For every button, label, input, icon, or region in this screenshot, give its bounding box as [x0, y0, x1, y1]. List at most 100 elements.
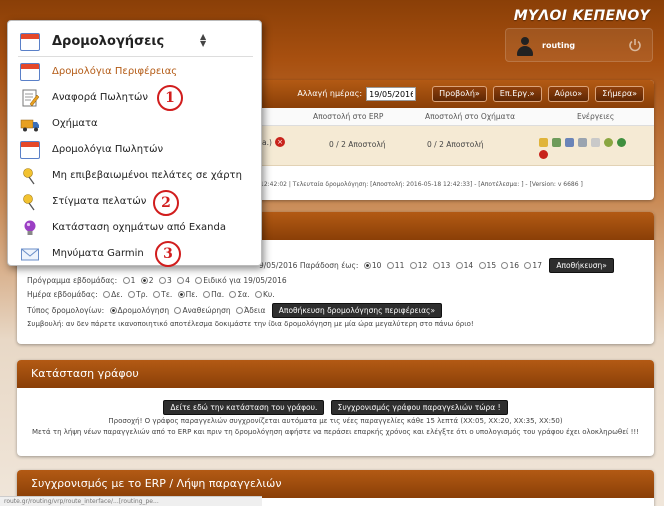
radio-week-4[interactable] — [177, 277, 185, 284]
radio-label: Ειδικό για 19/05/2016 — [203, 276, 287, 285]
radio-mon[interactable] — [103, 291, 111, 298]
view-button[interactable]: Προβολή» — [432, 86, 487, 102]
weekly-program-label: Πρόγραμμα εβδομάδας: — [27, 276, 118, 285]
menu-item-unconfirmed-customers-map[interactable]: Μη επιβεβαιωμένοι πελάτες σε χάρτη — [18, 165, 253, 187]
menu-item-regional-routes[interactable]: Δρομολόγια Περιφέρειας — [18, 61, 253, 83]
graph-status-title: Κατάσταση γράφου — [17, 360, 654, 388]
radio-special[interactable] — [195, 277, 203, 284]
user-name: routing — [542, 41, 576, 50]
radio-fri[interactable] — [203, 291, 211, 298]
date-input[interactable] — [366, 87, 417, 101]
radio-thu[interactable] — [177, 291, 185, 298]
radio-tue[interactable] — [128, 291, 136, 298]
radio-label: 2 — [148, 276, 154, 285]
menu-item-label: Μηνύματα Garmin — [52, 248, 144, 259]
radio-wed[interactable] — [153, 291, 161, 298]
radio-13[interactable] — [432, 262, 440, 269]
weekly-program-row: Πρόγραμμα εβδομάδας: 1 2 3 4 Ειδικό για … — [27, 276, 287, 285]
edit-icon[interactable] — [539, 138, 548, 147]
save-routing-button[interactable]: Αποθήκευση δρομολόγησης περιφέρειας» — [271, 303, 443, 318]
radio-14[interactable] — [455, 262, 463, 269]
document-icon[interactable] — [565, 138, 574, 147]
graph-buttons: Δείτε εδώ την κατάσταση του γράφου. Συγχ… — [17, 400, 654, 415]
next-workday-button[interactable]: Επ.Εργ.» — [492, 86, 542, 102]
menu-item-vehicles[interactable]: Οχήματα — [18, 113, 253, 135]
radio-label: 13 — [440, 261, 451, 270]
radio-label: 15 — [486, 261, 497, 270]
radio-16[interactable] — [501, 262, 509, 269]
status-bar: route.gr/routing/vrp/route_interface/...… — [0, 496, 262, 506]
menu-item-label: Δρομολόγια Περιφέρειας — [52, 66, 178, 77]
radio-week-3[interactable] — [158, 277, 166, 284]
radio-10[interactable] — [363, 262, 371, 269]
date-label: Αλλαγή ημέρας: — [297, 89, 363, 98]
page-icon[interactable] — [578, 138, 587, 147]
routing-type-row: Τύπος δρομολογίων: Δρομολόγηση Αναθεώρησ… — [27, 303, 443, 318]
delete-icon[interactable] — [539, 150, 548, 159]
image-icon[interactable] — [552, 138, 561, 147]
refresh-icon[interactable] — [604, 138, 613, 147]
radio-label: 14 — [463, 261, 474, 270]
menu-title-label: Δρομολογήσεις — [52, 34, 165, 49]
radio-17[interactable] — [524, 262, 532, 269]
row-vehicles-status: 0 / 2 Αποστολή — [427, 140, 484, 149]
brand-logo: ΜΥΛΟΙ ΚΕΠΕΝΟΥ — [513, 8, 650, 24]
report-icon — [22, 89, 40, 107]
sort-arrows-icon: ▲ ▼ — [200, 32, 207, 48]
radio-12[interactable] — [409, 262, 417, 269]
radio-label: 12 — [417, 261, 428, 270]
power-icon[interactable] — [628, 38, 642, 52]
menu-item-sales-report[interactable]: Αναφορά Πωλητών — [18, 87, 253, 109]
menu-title[interactable]: Δρομολογήσεις ▲ ▼ — [18, 29, 253, 57]
radio-label: Δρομολόγηση — [117, 306, 170, 315]
callout-3: 3 — [155, 241, 181, 267]
graph-note-2: Μετά τη λήψη νέων παραγγελιών από το ERP… — [31, 428, 640, 436]
menu-item-label: Μη επιβεβαιωμένοι πελάτες σε χάρτη — [52, 170, 242, 181]
radio-label: 10 — [371, 261, 382, 270]
user-box: routing — [505, 28, 653, 62]
sync-graph-button[interactable]: Συγχρονισμός γράφου παραγγελιών τώρα ! — [330, 400, 508, 415]
menu-item-label: Αναφορά Πωλητών — [52, 92, 148, 103]
pushpin-icon — [23, 168, 35, 185]
radio-label: 3 — [166, 276, 172, 285]
routing-type-label: Τύπος δρομολογίων: — [27, 306, 105, 315]
menu-item-garmin-messages[interactable]: Μηνύματα Garmin — [18, 243, 253, 265]
radio-review[interactable] — [174, 307, 182, 314]
radio-11[interactable] — [386, 262, 394, 269]
calendar-icon — [20, 141, 40, 159]
bulb-icon — [24, 220, 36, 235]
advice-text: Συμβουλή: αν δεν πάρετε ικανοποιητικό απ… — [27, 320, 474, 328]
print-icon[interactable] — [591, 138, 600, 147]
delivery-until-label: 9/05/2016 Παράδοση έως: — [259, 261, 359, 270]
menu-item-sales-routes[interactable]: Δρομολόγια Πωλητών — [18, 139, 253, 161]
calendar-icon — [20, 63, 40, 81]
radio-sun[interactable] — [254, 291, 262, 298]
weekday-label: Ημέρα εβδομάδας: — [27, 290, 98, 299]
menu-item-vehicle-status-exanda[interactable]: Κατάσταση οχημάτων από Exanda — [18, 217, 253, 239]
user-avatar-icon — [516, 37, 534, 57]
col-erp: Αποστολή στο ERP — [313, 112, 384, 121]
today-button[interactable]: Σήμερα» — [595, 86, 644, 102]
radio-week-1[interactable] — [122, 277, 130, 284]
radio-15[interactable] — [478, 262, 486, 269]
row-erp-status: 0 / 2 Αποστολή — [329, 140, 386, 149]
col-vehicles: Αποστολή στο Οχήματα — [425, 112, 516, 121]
go-icon[interactable] — [617, 138, 626, 147]
menu-item-customer-locations[interactable]: Στίγματα πελατών — [18, 191, 253, 213]
routing-dropdown-menu: Δρομολογήσεις ▲ ▼ Δρομολόγια Περιφέρειας … — [7, 20, 262, 266]
delivery-until-row: 9/05/2016 Παράδοση έως: 10 11 12 13 14 1… — [259, 258, 614, 273]
last-routing-info: 12:42:02 | Τελευταία δρομολόγηση: [Αποστ… — [260, 181, 583, 188]
tomorrow-button[interactable]: Αύριο» — [547, 86, 590, 102]
radio-routing[interactable] — [109, 307, 117, 314]
radio-label: 16 — [509, 261, 520, 270]
save-button[interactable]: Αποθήκευση» — [549, 258, 614, 273]
menu-item-label: Στίγματα πελατών — [52, 196, 147, 207]
view-graph-button[interactable]: Δείτε εδώ την κατάσταση του γράφου. — [163, 400, 325, 415]
radio-label: Τε. — [161, 290, 173, 299]
radio-label: Αναθεώρηση — [182, 306, 231, 315]
weekday-row: Ημέρα εβδομάδας: Δε. Τρ. Τε. Πε. Πα. Σα.… — [27, 290, 275, 299]
radio-sat[interactable] — [229, 291, 237, 298]
radio-week-2[interactable] — [140, 277, 148, 284]
radio-empty[interactable] — [236, 307, 244, 314]
error-icon[interactable]: × — [275, 137, 285, 147]
